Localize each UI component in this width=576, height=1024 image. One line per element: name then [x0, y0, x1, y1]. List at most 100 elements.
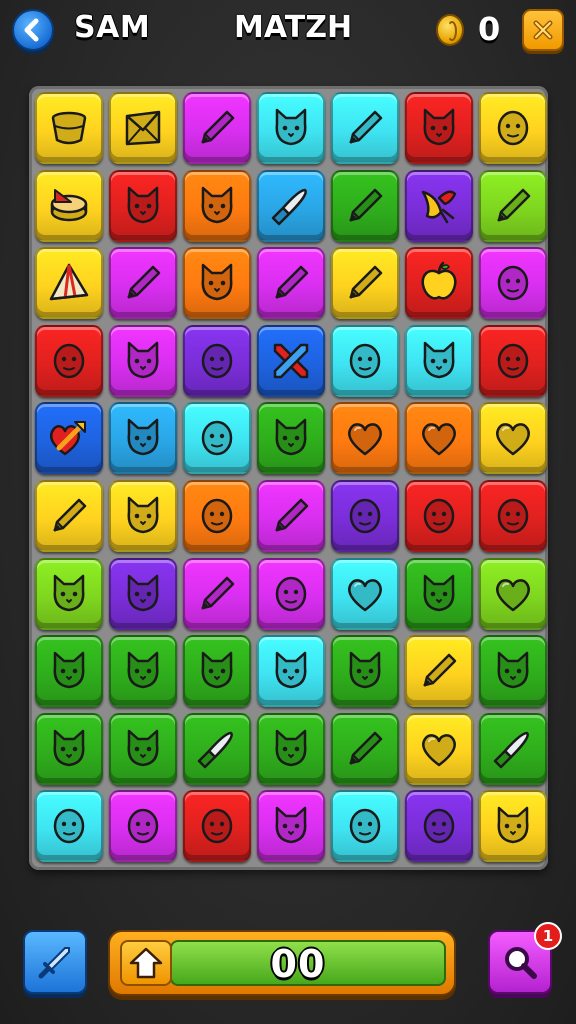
tile-heart[interactable] [405, 712, 473, 785]
tile-knife[interactable] [183, 712, 251, 785]
face-icon [53, 809, 85, 844]
tile-pen[interactable] [183, 92, 251, 164]
tile-knife[interactable] [479, 712, 547, 785]
tile-cat[interactable] [35, 712, 103, 785]
tile-bird[interactable] [405, 169, 473, 242]
close-button[interactable] [522, 9, 564, 51]
tile-face[interactable] [405, 790, 473, 863]
tile-cat[interactable] [257, 635, 325, 708]
pen-icon [349, 188, 383, 222]
tile-cat[interactable] [257, 790, 325, 863]
tile-face[interactable] [479, 324, 547, 397]
tile-pen[interactable] [183, 557, 251, 630]
tile-face[interactable] [479, 480, 547, 552]
face-icon [275, 576, 307, 611]
tile-cat[interactable] [183, 635, 251, 708]
face-icon [201, 343, 233, 379]
heart-icon [348, 423, 382, 456]
tile-pen[interactable] [405, 635, 473, 708]
pen-icon [275, 265, 309, 299]
tile-cat[interactable] [109, 557, 177, 630]
tile-face[interactable] [331, 790, 399, 863]
tile-cat[interactable] [109, 169, 177, 242]
tile-pen[interactable] [257, 480, 325, 552]
tile-pen[interactable] [331, 92, 399, 164]
face-icon [497, 110, 529, 146]
search-icon [505, 947, 537, 979]
cat-icon [275, 651, 307, 689]
tile-cat[interactable] [331, 635, 399, 708]
tile-cat[interactable] [479, 790, 547, 863]
heart-icon [422, 733, 456, 767]
tile-cat[interactable] [109, 635, 177, 708]
tile-pen[interactable] [479, 169, 547, 242]
cat-icon [201, 186, 233, 223]
tile-cat[interactable] [109, 480, 177, 552]
sword-button[interactable] [23, 930, 87, 994]
tile-face[interactable] [183, 402, 251, 475]
tile-cat[interactable] [183, 169, 251, 242]
tile-cat[interactable] [257, 402, 325, 475]
cat-icon [423, 574, 455, 611]
tile-pen[interactable] [109, 247, 177, 320]
tile-face[interactable] [183, 790, 251, 863]
tile-pen[interactable] [35, 480, 103, 552]
tile-face[interactable] [479, 247, 547, 320]
tile-cat[interactable] [257, 712, 325, 785]
tile-face[interactable] [479, 92, 547, 164]
tile-cat[interactable] [35, 635, 103, 708]
cat-icon [423, 108, 455, 146]
cat-icon [127, 651, 159, 689]
tile-cat[interactable] [109, 712, 177, 785]
face-icon [201, 498, 233, 534]
tile-pen[interactable] [331, 169, 399, 242]
tile-pen[interactable] [257, 247, 325, 320]
tile-heart[interactable] [331, 402, 399, 475]
tile-tent[interactable] [35, 247, 103, 320]
tile-heart[interactable] [405, 402, 473, 475]
back-button[interactable] [12, 9, 54, 51]
tile-cat[interactable] [183, 247, 251, 320]
game-title: MATZH [234, 10, 353, 45]
tile-cat[interactable] [479, 635, 547, 708]
tile-knife[interactable] [257, 169, 325, 242]
tile-heart[interactable] [479, 402, 547, 475]
cat-icon [127, 574, 159, 611]
tile-cat[interactable] [257, 92, 325, 164]
tile-face[interactable] [183, 480, 251, 552]
tile-envelope[interactable] [109, 92, 177, 164]
tile-cat[interactable] [35, 557, 103, 630]
tile-face[interactable] [331, 480, 399, 552]
tile-face[interactable] [35, 790, 103, 863]
close-icon [533, 20, 553, 40]
tile-bucket[interactable] [35, 92, 103, 164]
tile-crossed-pens[interactable] [257, 324, 325, 397]
cat-icon [201, 651, 233, 689]
tile-face[interactable] [331, 324, 399, 397]
face-icon [201, 421, 233, 456]
bird-icon [421, 190, 457, 223]
cat-icon [275, 729, 307, 767]
tile-face[interactable] [183, 324, 251, 397]
tile-heart[interactable] [331, 557, 399, 630]
tile-cake[interactable] [35, 169, 103, 242]
pen-icon [349, 110, 383, 144]
tile-heart[interactable] [479, 557, 547, 630]
pen-icon [201, 576, 235, 610]
tile-cat[interactable] [405, 557, 473, 630]
tile-pen[interactable] [331, 247, 399, 320]
tile-cat[interactable] [109, 324, 177, 397]
tile-pen[interactable] [331, 712, 399, 785]
tile-cat[interactable] [109, 402, 177, 475]
tile-cat[interactable] [405, 92, 473, 164]
tile-face[interactable] [35, 324, 103, 397]
tile-heart-arrow[interactable] [35, 402, 103, 475]
tile-cat[interactable] [405, 324, 473, 397]
cat-icon [127, 496, 159, 534]
tile-face[interactable] [257, 557, 325, 630]
envelope-icon [125, 110, 161, 146]
tile-face[interactable] [405, 480, 473, 552]
pen-icon [275, 498, 309, 532]
tile-face[interactable] [109, 790, 177, 863]
tile-apple[interactable] [405, 247, 473, 320]
